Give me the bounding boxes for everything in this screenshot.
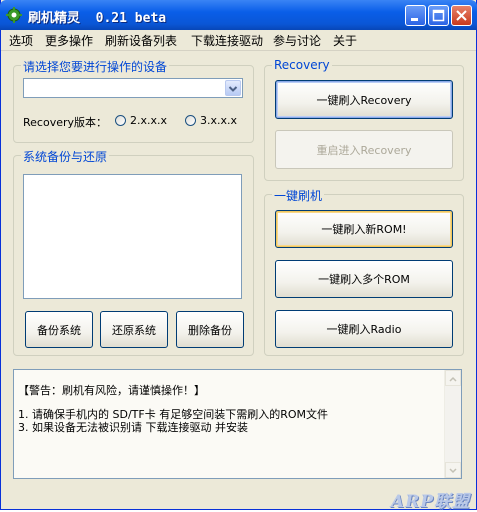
close-icon — [456, 10, 467, 21]
menu-options[interactable]: 选项 — [9, 32, 33, 49]
maximize-icon — [432, 9, 445, 22]
scroll-up-button[interactable] — [445, 370, 461, 386]
watermark-logo: ARP联盟 — [390, 492, 470, 512]
maximize-button[interactable] — [428, 5, 449, 26]
status-bar: ARP联盟 — [1, 486, 476, 512]
minimize-icon — [411, 18, 418, 21]
backup-list[interactable] — [23, 174, 242, 299]
menu-bar: 选项 更多操作 刷新设备列表 下载连接驱动 参与讨论 关于 — [1, 30, 476, 51]
log-scrollbar[interactable] — [444, 370, 461, 478]
flash-group: 一键刷机 一键刷入新ROM! 一键刷入多个ROM 一键刷入Radio — [264, 187, 464, 356]
device-dropdown-button[interactable] — [225, 80, 241, 96]
log-textarea[interactable]: 【警告：刷机有风险，请谨慎操作！】 1. 请确保手机内的 SD/TF卡 有足够空… — [13, 369, 462, 479]
recovery-group: Recovery 一键刷入Recovery 重启进入Recovery — [264, 58, 464, 181]
main-window: 刷机精灵 0.21 beta 选项 更多操作 刷新设备列表 下载连接驱动 参与讨… — [0, 0, 477, 512]
menu-more-actions[interactable]: 更多操作 — [45, 32, 93, 49]
backup-group-title: 系统备份与还原 — [21, 148, 110, 165]
flash-new-rom-button[interactable]: 一键刷入新ROM! — [275, 210, 453, 248]
recovery-v3-radio[interactable] — [185, 115, 196, 126]
backup-group: 系统备份与还原 备份系统 还原系统 删除备份 — [13, 148, 254, 356]
recovery-version-label: Recovery版本： — [23, 116, 108, 129]
flash-recovery-button[interactable]: 一键刷入Recovery — [275, 80, 453, 119]
device-group-title: 请选择您要进行操作的设备 — [21, 58, 170, 75]
flash-group-title: 一键刷机 — [272, 187, 325, 204]
log-warning: 【警告：刷机有风险，请谨慎操作！】 — [18, 384, 205, 397]
menu-download-driver[interactable]: 下载连接驱动 — [191, 32, 263, 49]
chevron-down-icon — [228, 86, 238, 92]
log-line: 3. 如果设备无法被识别请 下载连接驱动 并安装 — [18, 421, 248, 434]
menu-about[interactable]: 关于 — [333, 32, 357, 49]
flash-radio-button[interactable]: 一键刷入Radio — [275, 310, 453, 348]
backup-system-button[interactable]: 备份系统 — [25, 311, 93, 348]
recovery-group-title: Recovery — [272, 58, 332, 72]
reboot-recovery-button[interactable]: 重启进入Recovery — [275, 130, 453, 169]
window-title: 刷机精灵 0.21 beta — [28, 11, 167, 26]
title-bar[interactable]: 刷机精灵 0.21 beta — [0, 0, 477, 30]
recovery-v3-label[interactable]: 3.x.x.x — [200, 114, 237, 127]
device-group: 请选择您要进行操作的设备 Recovery版本： 2.x.x.x 3.x.x.x — [13, 58, 254, 143]
scroll-down-button[interactable] — [445, 462, 461, 478]
flash-multi-rom-button[interactable]: 一键刷入多个ROM — [275, 260, 453, 298]
device-select[interactable] — [23, 78, 243, 98]
recovery-v2-label[interactable]: 2.x.x.x — [130, 114, 167, 127]
chevron-up-icon — [449, 376, 457, 382]
restore-system-button[interactable]: 还原系统 — [100, 311, 168, 348]
minimize-button[interactable] — [405, 5, 426, 26]
delete-backup-button[interactable]: 删除备份 — [176, 311, 244, 348]
gear-icon — [6, 7, 22, 23]
menu-discussion[interactable]: 参与讨论 — [273, 32, 321, 49]
chevron-down-icon — [449, 468, 457, 474]
menu-refresh-devices[interactable]: 刷新设备列表 — [105, 32, 177, 49]
close-button[interactable] — [451, 5, 472, 26]
recovery-v2-radio[interactable] — [115, 115, 126, 126]
